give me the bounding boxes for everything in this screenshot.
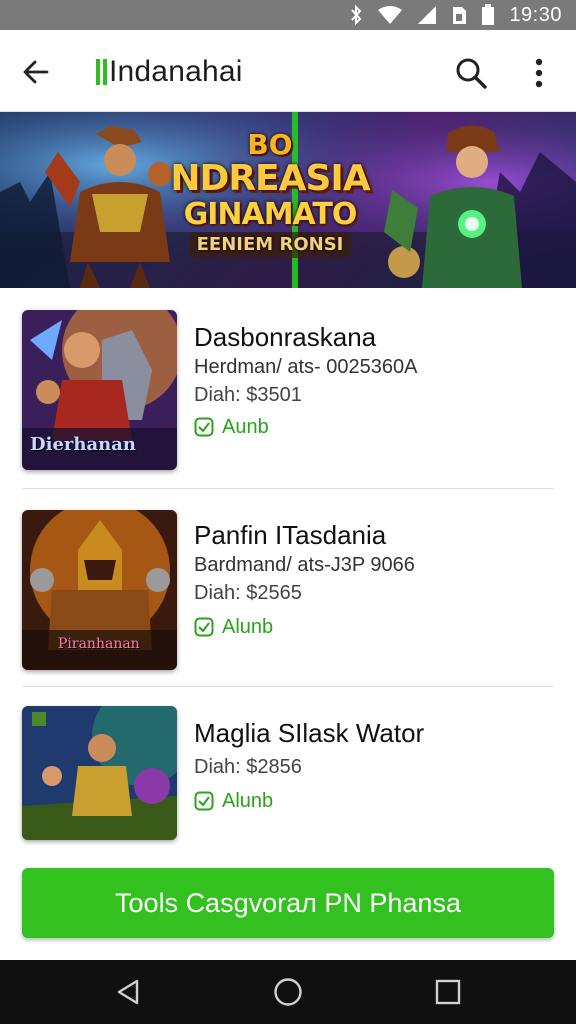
nav-recents-button[interactable] <box>428 974 468 1010</box>
logo-bars-icon <box>96 59 107 85</box>
app-bar: Indanahai <box>0 30 576 112</box>
check-square-icon <box>194 617 214 637</box>
item-status-label: Aunb <box>222 415 269 438</box>
check-square-icon <box>194 791 214 811</box>
back-triangle-icon <box>117 979 139 1005</box>
battery-icon <box>482 4 495 25</box>
banner-line-1: BO <box>247 128 293 161</box>
list-item[interactable]: Piranhanan Panfin ITasdania Bardmand/ at… <box>0 488 576 687</box>
item-status: Alunb <box>194 615 273 639</box>
thumbnail-caption: Piranhanan <box>58 636 140 652</box>
banner-line-2: NDREASIA <box>170 158 370 199</box>
primary-action-button[interactable]: Tools Casgvoraл PN Phansa <box>22 868 554 938</box>
item-status: Aunb <box>194 415 269 439</box>
search-icon <box>456 58 487 89</box>
game-thumbnail[interactable]: Piranhanan <box>22 510 177 670</box>
featured-banner[interactable]: BO NDREASIA GINAMATO EENIEM RONSI <box>0 112 576 288</box>
check-square-icon <box>194 417 214 437</box>
item-subtitle: Bardmand/ ats-J3P 9066 <box>194 554 415 576</box>
app-logo: Indanahai <box>96 55 243 88</box>
item-subtitle: Herdman/ ats- 0025360A <box>194 356 418 378</box>
item-status: Alunb <box>194 789 273 813</box>
wifi-icon <box>378 6 403 24</box>
nav-back-button[interactable] <box>108 974 148 1010</box>
more-options-button[interactable] <box>524 54 554 92</box>
back-arrow-icon <box>23 60 49 84</box>
banner-title: BO NDREASIA GINAMATO EENIEM RONSI <box>150 130 390 258</box>
game-thumbnail[interactable]: Dierhanan <box>22 310 177 470</box>
status-icons: 19:30 <box>349 3 562 27</box>
bluetooth-icon <box>351 5 362 25</box>
thumbnail-caption: Dierhanan <box>30 434 136 455</box>
item-status-label: Alunb <box>222 789 274 812</box>
item-price: Diah: $2565 <box>194 582 302 604</box>
item-price: Diah: $3501 <box>194 384 302 406</box>
item-title: Dasbonraskana <box>194 322 377 352</box>
item-title: Panfin ITasdania <box>194 520 387 550</box>
banner-line-4: EENIEM RONSI <box>188 232 352 258</box>
recents-square-icon <box>435 979 461 1005</box>
system-nav-bar <box>0 960 576 1024</box>
back-button[interactable] <box>18 54 54 90</box>
more-vert-icon <box>535 58 543 88</box>
status-bar: 19:30 <box>0 0 576 30</box>
item-price: Diah: $2856 <box>194 756 302 778</box>
search-button[interactable] <box>452 54 490 92</box>
signal-icon <box>418 6 437 24</box>
sim-icon <box>453 7 467 24</box>
app-title: Indanahai <box>109 55 243 88</box>
nav-home-button[interactable] <box>268 974 308 1010</box>
game-thumbnail[interactable] <box>22 706 177 840</box>
home-circle-icon <box>274 978 302 1006</box>
item-status-label: Alunb <box>222 615 274 638</box>
list-item[interactable]: Dierhanan Dasbonraskana Herdman/ ats- 00… <box>0 288 576 489</box>
status-time: 19:30 <box>509 3 562 26</box>
item-title: Maglia SIlask Wator <box>194 718 425 748</box>
banner-line-3: GINAMATO <box>183 197 358 232</box>
list-item[interactable]: Maglia SIlask Wator Diah: $2856 Alunb <box>0 686 576 842</box>
